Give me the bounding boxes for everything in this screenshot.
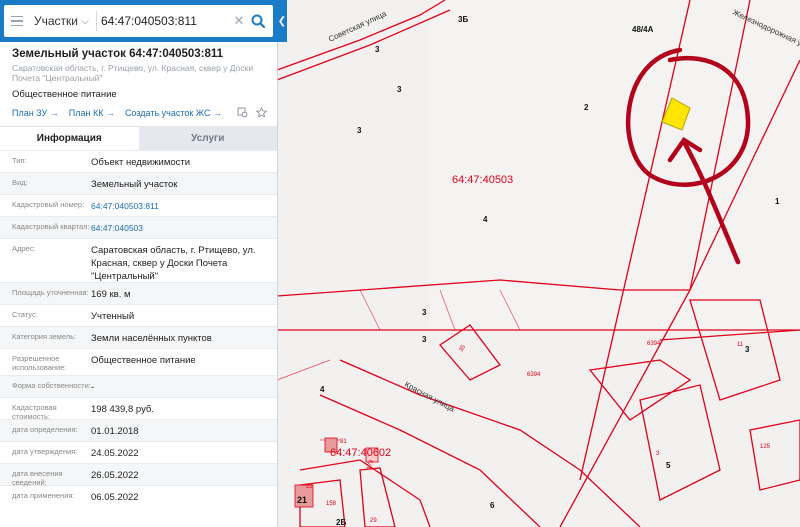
object-title: Земельный участок 64:47:040503:811 [12,48,224,60]
table-row: дата внесения сведений: 26.05.2022 [0,463,277,487]
table-row: Кадастровый номер: 64:47:040503:811 [0,194,277,216]
link-plan-kk[interactable]: План КК → [69,108,115,118]
table-row: Площадь уточненная: 169 кв. м [0,282,277,304]
star-icon[interactable] [256,107,267,118]
svg-text:48/4А: 48/4А [632,25,654,34]
table-row: Тип: Объект недвижимости [0,150,277,172]
quarter-label: 64:47:40503 [452,174,513,186]
print-zoom-icon[interactable] [237,107,248,118]
row-value: Объект недвижимости [91,157,191,168]
row-value: Земли населённых пунктов [91,333,212,344]
object-address: Саратовская область, г. Ртищево, ул. Кра… [12,63,254,83]
svg-text:3Б: 3Б [458,15,468,24]
quarter-label-2: 64:47:40602 [330,447,391,459]
cadastral-number-link[interactable]: 64:47:040503:811 [91,195,277,216]
row-value: - [91,382,95,393]
row-label: Форма собственности: [12,381,91,390]
svg-text:3: 3 [745,345,750,354]
svg-text:6: 6 [490,501,495,510]
chevron-down-icon[interactable]: ⌵ [78,16,92,27]
svg-text:5: 5 [666,461,671,470]
row-label: дата утверждения: [12,447,78,456]
collapse-panel-button[interactable]: ❮ [277,0,287,42]
row-value: Общественное питание [91,355,196,366]
table-row: дата утверждения: 24.05.2022 [0,441,277,463]
row-label: Вид: [12,178,28,187]
svg-text:29: 29 [370,518,377,524]
row-label: Статус: [12,310,38,319]
search-icon [251,14,265,28]
svg-text:3: 3 [375,45,380,54]
link-create-parcel[interactable]: Создать участок ЖС → [125,108,222,118]
row-label: дата внесения сведений: [12,469,63,487]
svg-text:125: 125 [760,444,771,450]
chevron-left-icon: ❮ [277,15,287,27]
object-use: Общественное питание [12,89,117,100]
row-label: дата определения: [12,425,78,434]
search-type-select[interactable]: Участки [30,14,78,28]
table-row: Кадастровая стоимость: 198 439,8 руб. [0,397,277,421]
svg-text:3: 3 [422,308,427,317]
object-links: План ЗУ → План КК → Создать участок ЖС → [0,100,277,118]
table-row: Адрес: Саратовская область, г. Ртищево, у… [0,238,277,282]
svg-text:2Б: 2Б [336,518,346,527]
row-label: Кадастровая стоимость: [12,403,57,421]
tab-info[interactable]: Информация [0,126,139,150]
row-value: Учтенный [91,311,135,322]
svg-text:81: 81 [340,439,347,445]
svg-text:3: 3 [397,85,402,94]
search-button[interactable] [247,10,269,32]
row-label: Кадастровый квартал: [12,222,90,231]
row-value: 26.05.2022 [91,470,139,481]
row-label: Разрешенное использование: [12,354,67,372]
link-plan-zu[interactable]: План ЗУ → [12,108,59,118]
tab-bar: Информация Услуги [0,126,277,150]
svg-text:22: 22 [306,484,313,490]
svg-text:21: 21 [297,495,307,505]
row-value: Земельный участок [91,179,178,190]
svg-text:4: 4 [320,385,325,394]
svg-text:6394: 6394 [527,372,541,378]
svg-text:3: 3 [357,126,362,135]
svg-text:158: 158 [326,501,337,507]
svg-text:3: 3 [422,335,427,344]
row-value: 169 кв. м [91,289,131,300]
row-value: Саратовская область, г. Ртищево, ул. Кра… [91,245,256,282]
table-row: Кадастровый квартал: 64:47:040503 [0,216,277,238]
row-label: Кадастровый номер: [12,200,85,209]
table-row: Статус: Учтенный [0,304,277,326]
table-row: Форма собственности: - [0,375,277,397]
row-value: 06.05.2022 [91,492,139,503]
table-row: Вид: Земельный участок [0,172,277,194]
table-row: дата определения: 01.01.2018 [0,419,277,441]
row-label: дата применения: [12,491,75,500]
svg-text:1: 1 [775,197,780,206]
row-value: 198 439,8 руб. [91,404,155,415]
search-bar: Участки ⌵ 64:47:040503:811 ✕ [0,0,277,42]
info-panel: Участки ⌵ 64:47:040503:811 ✕ Земельный у… [0,0,278,527]
row-label: Тип: [12,156,27,165]
clear-icon[interactable]: ✕ [231,13,247,29]
svg-text:11: 11 [737,342,744,348]
row-label: Адрес: [12,244,36,253]
row-label: Категория земель: [12,332,77,341]
row-value: 24.05.2022 [91,448,139,459]
table-row: Разрешенное использование: Общественное п… [0,348,277,375]
table-row: дата применения: 06.05.2022 [0,485,277,507]
search-input[interactable]: 64:47:040503:811 [101,14,231,28]
info-table: Тип: Объект недвижимости Вид: Земельный уч… [0,150,277,507]
cadastral-quarter-link[interactable]: 64:47:040503 [91,217,277,238]
table-row: Категория земель: Земли населённых пункто… [0,326,277,348]
svg-text:6394: 6394 [647,341,661,347]
tab-services[interactable]: Услуги [138,126,277,150]
menu-icon[interactable] [4,5,30,37]
row-value: 01.01.2018 [91,426,139,437]
svg-text:4: 4 [483,215,488,224]
svg-text:2: 2 [584,103,589,112]
row-label: Площадь уточненная: [12,288,89,297]
